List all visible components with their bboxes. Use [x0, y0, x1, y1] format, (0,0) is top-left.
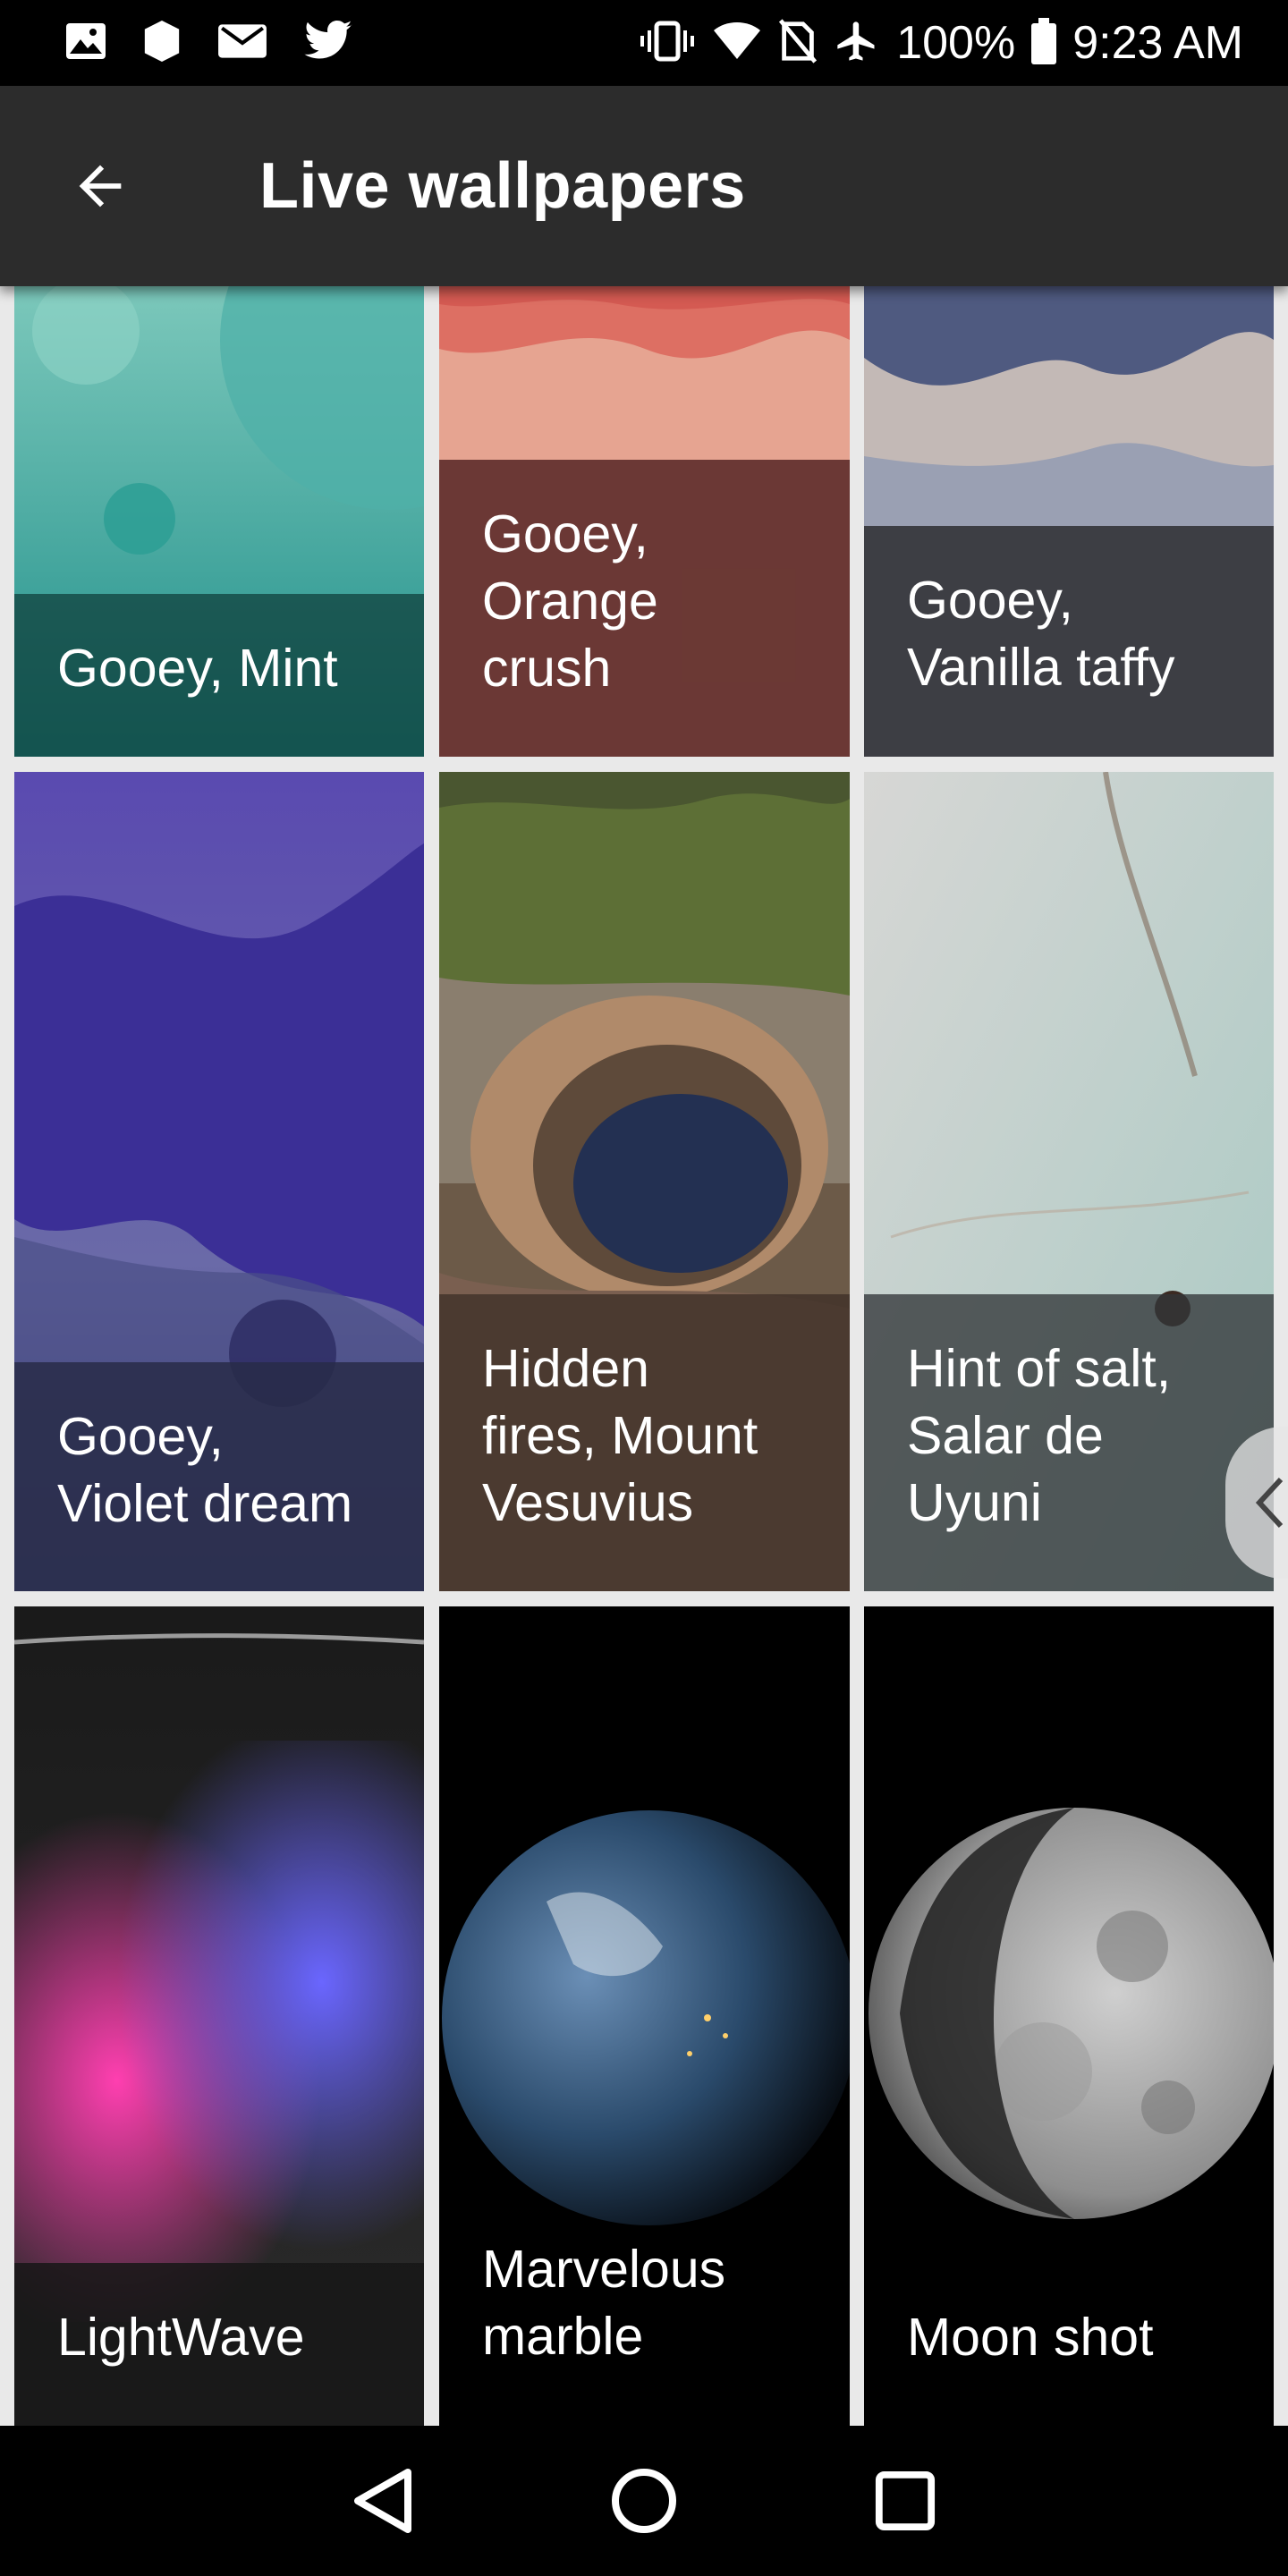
- shield-icon: [141, 19, 182, 68]
- arrow-back-icon: [79, 165, 122, 208]
- battery-percent: 100%: [896, 17, 1016, 69]
- tile-label-area: Hidden fires, Mount Vesuvius: [439, 1294, 850, 1591]
- image-icon: [64, 21, 107, 65]
- tile-label: Hint of salt, Salar de Uyuni: [907, 1339, 1172, 1532]
- app-bar: Live wallpapers: [0, 86, 1288, 286]
- wallpaper-tile-gooey-vanilla-taffy[interactable]: Gooey, Vanilla taffy: [864, 286, 1274, 757]
- nav-home-button[interactable]: [581, 2438, 707, 2563]
- wallpaper-tile-gooey-violet-dream[interactable]: Gooey, Violet dream: [14, 772, 424, 1591]
- tile-label-area: Gooey, Orange crush: [439, 460, 850, 757]
- page-title: Live wallpapers: [259, 150, 746, 222]
- back-button[interactable]: [50, 136, 150, 236]
- wallpaper-tile-gooey-orange-crush[interactable]: Gooey, Orange crush: [439, 286, 850, 757]
- tile-label-area: Moon shot: [864, 2263, 1274, 2426]
- tile-label-area: Hint of salt, Salar de Uyuni: [864, 1294, 1274, 1591]
- tile-label-area: Marvelous marble: [439, 2195, 850, 2426]
- tile-label: Marvelous marble: [482, 2240, 726, 2366]
- tile-label: Gooey, Vanilla taffy: [907, 571, 1175, 697]
- mail-icon: [216, 22, 268, 64]
- status-right: 100% 9:23 AM: [623, 17, 1243, 69]
- tile-label: Gooey, Mint: [57, 639, 338, 698]
- no-sim-icon: [778, 18, 818, 68]
- clock: 9:23 AM: [1072, 17, 1243, 69]
- wifi-icon: [712, 21, 762, 66]
- tile-label: Gooey, Orange crush: [482, 504, 658, 698]
- wallpaper-tile-moon-shot[interactable]: Moon shot: [864, 1606, 1274, 2426]
- nav-back-button[interactable]: [320, 2438, 445, 2563]
- twitter-icon: [302, 20, 354, 67]
- nav-recents-icon: [875, 2470, 936, 2531]
- tile-label: LightWave: [57, 2308, 305, 2367]
- status-bar: 100% 9:23 AM: [0, 0, 1288, 86]
- tile-label-area: Gooey, Violet dream: [14, 1362, 424, 1591]
- tile-label: Moon shot: [907, 2308, 1154, 2367]
- wallpaper-tile-mount-vesuvius[interactable]: Hidden fires, Mount Vesuvius: [439, 772, 850, 1591]
- tile-label: Hidden fires, Mount Vesuvius: [482, 1339, 758, 1532]
- nav-home-icon: [612, 2469, 676, 2533]
- wallpaper-tile-marvelous-marble[interactable]: Marvelous marble: [439, 1606, 850, 2426]
- wallpaper-grid: Gooey, Mint Gooey, Orange crush Gooey, V…: [0, 286, 1288, 2426]
- screen: 100% 9:23 AM Live wallpapers Gooey, Mint…: [0, 0, 1288, 2576]
- tile-label-area: LightWave: [14, 2263, 424, 2426]
- nav-recents-button[interactable]: [843, 2438, 968, 2563]
- vibrate-icon: [639, 19, 696, 68]
- status-left: [64, 19, 388, 68]
- tile-label: Gooey, Violet dream: [57, 1407, 353, 1533]
- wallpaper-tile-gooey-mint[interactable]: Gooey, Mint: [14, 286, 424, 757]
- tile-label-area: Gooey, Mint: [14, 594, 424, 757]
- battery-icon: [1031, 17, 1057, 69]
- chevron-left-icon: [1255, 1477, 1284, 1529]
- tile-label-area: Gooey, Vanilla taffy: [864, 526, 1274, 757]
- navigation-bar: [0, 2426, 1288, 2576]
- wallpaper-tile-salar-de-uyuni[interactable]: Hint of salt, Salar de Uyuni: [864, 772, 1274, 1591]
- airplane-icon: [834, 18, 880, 69]
- wallpaper-tile-lightwave[interactable]: LightWave: [14, 1606, 424, 2426]
- nav-back-icon: [354, 2469, 411, 2533]
